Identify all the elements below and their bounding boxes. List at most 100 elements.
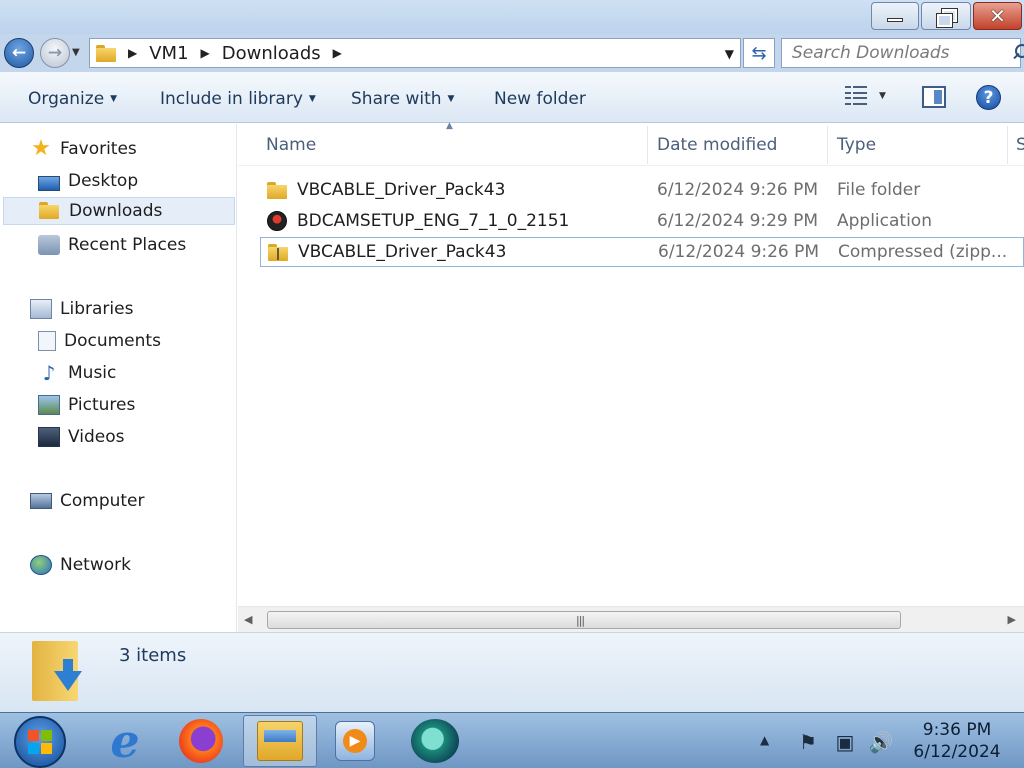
libraries-icon <box>30 299 52 319</box>
start-button[interactable] <box>14 716 66 768</box>
nav-pictures[interactable]: Pictures <box>38 391 135 419</box>
nav-recent-places[interactable]: Recent Places <box>38 231 186 259</box>
nav-label: Videos <box>68 427 125 447</box>
taskbar-media-player[interactable]: ▶ <box>320 715 390 767</box>
column-name[interactable]: Name <box>266 135 316 155</box>
nav-music[interactable]: ♪ Music <box>38 359 117 387</box>
downloads-folder-icon <box>39 201 61 221</box>
chevron-down-icon[interactable]: ▼ <box>879 91 886 101</box>
nav-desktop[interactable]: Desktop <box>38 167 138 195</box>
desktop-icon <box>38 175 60 191</box>
taskbar-internet-explorer[interactable]: e <box>90 715 160 767</box>
nav-videos[interactable]: Videos <box>38 423 125 451</box>
nav-network[interactable]: Network <box>30 551 131 579</box>
minimize-button[interactable] <box>871 2 919 30</box>
column-divider[interactable] <box>827 126 828 164</box>
scroll-left-icon[interactable]: ◀ <box>244 613 252 626</box>
breadcrumb-separator-icon[interactable]: ▶ <box>128 46 137 60</box>
back-button[interactable]: ← <box>4 38 34 68</box>
breadcrumb-downloads[interactable]: Downloads <box>222 43 321 64</box>
sort-ascending-icon: ▲ <box>446 121 453 131</box>
search-input[interactable] <box>782 43 1008 63</box>
folder-icon <box>267 181 287 199</box>
scroll-right-icon[interactable]: ▶ <box>1008 613 1016 626</box>
nav-label: Desktop <box>68 171 139 191</box>
nav-label: Favorites <box>60 139 137 159</box>
downloads-folder-icon <box>32 637 88 703</box>
close-button[interactable]: ✕ <box>973 2 1022 30</box>
bandicam-icon <box>411 719 459 763</box>
file-name: BDCAMSETUP_ENG_7_1_0_2151 <box>297 211 570 231</box>
preview-pane-button[interactable] <box>922 86 946 108</box>
search-box[interactable] <box>781 38 1024 68</box>
folder-icon <box>96 44 116 62</box>
windows-logo-icon <box>28 730 52 754</box>
nav-label: Libraries <box>60 299 134 319</box>
clock-date: 6/12/2024 <box>913 742 1001 762</box>
file-row[interactable]: VBCABLE_Driver_Pack43 6/12/2024 9:26 PM … <box>260 175 1024 205</box>
action-center-flag-icon[interactable]: ⚑ <box>796 730 820 754</box>
file-type: Compressed (zipp... <box>838 242 1008 262</box>
nav-documents[interactable]: Documents <box>38 327 161 355</box>
address-bar[interactable]: ▶ VM1 ▶ Downloads ▶ ▼ <box>89 38 741 68</box>
media-player-icon: ▶ <box>335 721 375 761</box>
restore-button[interactable] <box>921 2 971 30</box>
include-in-library-label: Include in library <box>160 89 303 109</box>
navigation-pane: ★ Favorites Desktop Downloads Recent Pla… <box>0 124 237 632</box>
breadcrumb-separator-icon[interactable]: ▶ <box>201 46 210 60</box>
music-icon: ♪ <box>42 361 56 385</box>
title-bar: ✕ <box>0 0 1024 34</box>
new-folder-button[interactable]: New folder <box>494 89 586 109</box>
volume-icon[interactable]: 🔊 <box>869 730 894 754</box>
refresh-icon: ⇆ <box>751 42 767 64</box>
nav-libraries[interactable]: Libraries <box>30 295 133 323</box>
file-row[interactable]: BDCAMSETUP_ENG_7_1_0_2151 6/12/2024 9:29… <box>260 206 1024 236</box>
column-header: ▲ Name Date modified Type S <box>238 121 1024 166</box>
nav-computer[interactable]: Computer <box>30 487 145 515</box>
chevron-down-icon: ▼ <box>308 94 316 104</box>
help-button[interactable]: ? <box>976 85 1001 110</box>
recent-pages-dropdown[interactable]: ▼ <box>72 47 80 58</box>
file-type: File folder <box>837 180 921 200</box>
breadcrumb-separator-icon[interactable]: ▶ <box>333 46 342 60</box>
organize-button[interactable]: Organize ▼ <box>28 89 117 109</box>
file-name: VBCABLE_Driver_Pack43 <box>297 180 506 200</box>
nav-downloads[interactable]: Downloads <box>3 197 235 225</box>
share-with-button[interactable]: Share with ▼ <box>351 89 454 109</box>
show-hidden-icons-button[interactable]: ▲ <box>760 733 769 747</box>
breadcrumb-vm1[interactable]: VM1 <box>149 43 188 64</box>
nav-label: Downloads <box>69 201 163 221</box>
address-history-dropdown[interactable]: ▼ <box>725 47 734 61</box>
internet-explorer-icon: e <box>110 714 140 768</box>
column-type[interactable]: Type <box>837 135 876 155</box>
close-icon: ✕ <box>989 4 1006 28</box>
search-icon[interactable] <box>1008 42 1024 64</box>
clock[interactable]: 9:36 PM 6/12/2024 <box>905 719 1009 763</box>
nav-favorites[interactable]: ★ Favorites <box>30 135 137 163</box>
firefox-icon <box>179 719 223 763</box>
change-view-button[interactable]: ▼ <box>845 86 886 106</box>
application-icon <box>267 211 287 231</box>
taskbar-bandicam[interactable] <box>400 715 470 767</box>
column-divider[interactable] <box>647 126 648 164</box>
column-date-modified[interactable]: Date modified <box>657 135 777 155</box>
forward-arrow-icon: → <box>47 43 63 63</box>
computer-icon <box>30 493 52 509</box>
nav-label: Recent Places <box>68 235 187 255</box>
nav-label: Music <box>68 363 117 383</box>
taskbar: e ▶ ▲ ⚑ ▣ 🔊 9:36 PM 6/12/2024 <box>0 712 1024 768</box>
taskbar-firefox[interactable] <box>166 715 236 767</box>
column-size[interactable]: S <box>1016 135 1024 155</box>
file-row[interactable]: VBCABLE_Driver_Pack43 6/12/2024 9:26 PM … <box>260 237 1024 267</box>
network-icon <box>30 555 52 575</box>
scroll-thumb[interactable]: ||| <box>267 611 901 629</box>
forward-button[interactable]: → <box>40 38 70 68</box>
network-tray-icon[interactable]: ▣ <box>833 730 857 754</box>
file-date: 6/12/2024 9:29 PM <box>657 211 819 231</box>
taskbar-windows-explorer[interactable] <box>243 715 317 767</box>
recent-places-icon <box>38 235 60 255</box>
horizontal-scrollbar[interactable]: ◀ ||| ▶ <box>238 606 1024 632</box>
include-in-library-button[interactable]: Include in library ▼ <box>160 89 316 109</box>
column-divider[interactable] <box>1007 126 1008 164</box>
refresh-button[interactable]: ⇆ <box>743 38 775 68</box>
